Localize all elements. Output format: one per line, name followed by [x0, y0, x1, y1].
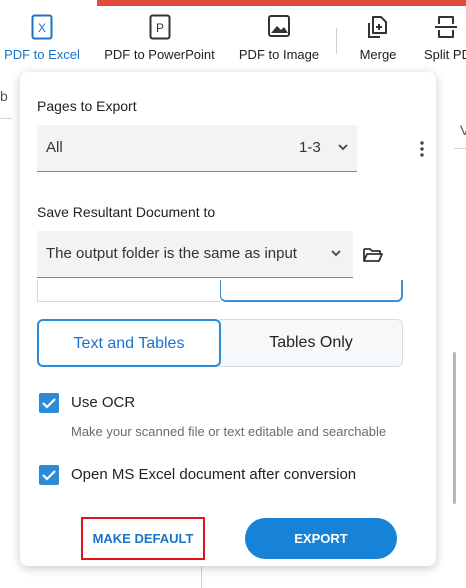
use-ocr-checkbox[interactable] [39, 393, 59, 413]
mode-tables-only[interactable]: Tables Only [219, 319, 403, 367]
svg-text:X: X [38, 21, 46, 35]
tool-pdf-to-image[interactable]: PDF to Image [236, 6, 322, 70]
tool-merge[interactable]: Merge [352, 6, 404, 70]
powerpoint-file-icon: P [149, 14, 171, 45]
excel-file-icon: X [31, 14, 53, 45]
background-text: V [460, 122, 466, 138]
pages-select-value: All [46, 139, 63, 156]
background-text: b [0, 88, 8, 104]
image-file-icon [267, 14, 291, 43]
tool-split[interactable]: Split PD [420, 6, 466, 70]
open-excel-label: Open MS Excel document after conversion [71, 466, 357, 483]
pages-select[interactable]: All 1-3 [37, 125, 357, 172]
tool-label: PDF to Image [238, 47, 320, 62]
open-excel-checkbox[interactable] [39, 465, 59, 485]
chevron-down-icon [330, 246, 342, 264]
svg-text:P: P [155, 21, 163, 35]
content-mode-toggle: Text and Tables Tables Only [37, 319, 403, 367]
save-location-value: The output folder is the same as input [46, 245, 297, 262]
use-ocr-hint: Make your scanned file or text editable … [71, 424, 387, 439]
use-ocr-label: Use OCR [71, 394, 136, 411]
tool-label: Split PD [424, 47, 466, 62]
split-icon [434, 14, 458, 45]
checkmark-icon [42, 398, 56, 409]
background-divider [0, 118, 12, 119]
panel-scrollbar[interactable] [453, 352, 456, 504]
tool-pdf-to-powerpoint[interactable]: P PDF to PowerPoint [101, 6, 218, 70]
tool-label: PDF to Excel [4, 47, 80, 62]
mode-text-and-tables[interactable]: Text and Tables [37, 319, 221, 367]
merge-icon [366, 14, 390, 45]
tool-label: Merge [359, 47, 397, 62]
pages-to-export-label: Pages to Export [37, 98, 137, 114]
toolbar: X PDF to Excel P PDF to PowerPoint PDF t… [0, 6, 466, 70]
chevron-down-icon [337, 140, 349, 158]
make-default-button[interactable]: MAKE DEFAULT [81, 517, 205, 560]
scrolled-option-strip [37, 280, 403, 302]
open-folder-icon[interactable] [362, 245, 384, 270]
checkmark-icon [42, 470, 56, 481]
save-location-label: Save Resultant Document to [37, 204, 216, 220]
background-divider [454, 148, 466, 149]
tool-label: PDF to PowerPoint [104, 47, 215, 62]
save-location-select[interactable]: The output folder is the same as input [37, 231, 353, 278]
more-options-icon[interactable] [420, 141, 424, 162]
toolbar-divider [336, 28, 337, 54]
tool-pdf-to-excel[interactable]: X PDF to Excel [0, 6, 84, 70]
export-button[interactable]: EXPORT [245, 518, 397, 559]
pages-range-value: 1-3 [299, 139, 321, 156]
